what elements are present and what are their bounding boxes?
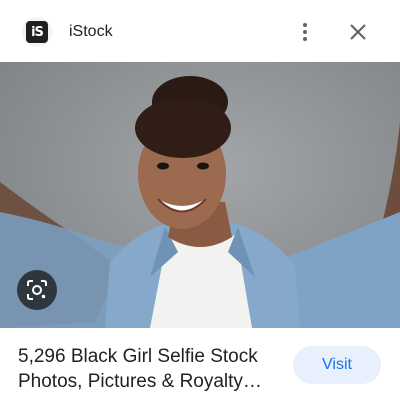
google-lens-icon xyxy=(27,280,47,300)
more-vert-icon xyxy=(303,23,307,27)
site-name[interactable]: iStock xyxy=(69,22,113,42)
preview-header: iS iStock xyxy=(0,0,400,62)
result-title[interactable]: 5,296 Black Girl Selfie Stock Photos, Pi… xyxy=(18,344,286,394)
more-vert-icon-dot xyxy=(303,30,307,34)
more-options-button[interactable] xyxy=(292,18,318,46)
image-preview-panel: iS iStock 5,296 Black Girl Selfie Stock … xyxy=(0,0,400,400)
result-title-line-2: Photos, Pictures & Royalty… xyxy=(18,371,262,392)
result-title-line-1: 5,296 Black Girl Selfie Stock xyxy=(18,346,258,367)
close-icon xyxy=(350,24,366,40)
site-favicon: iS xyxy=(22,17,52,47)
istock-logo-icon: iS xyxy=(26,21,48,43)
visit-button[interactable]: Visit xyxy=(293,346,381,384)
close-button[interactable] xyxy=(344,18,372,46)
google-lens-button[interactable] xyxy=(17,270,57,310)
selfie-photo-illustration xyxy=(0,76,400,328)
preview-image[interactable] xyxy=(0,62,400,328)
more-vert-icon-dot xyxy=(303,37,307,41)
